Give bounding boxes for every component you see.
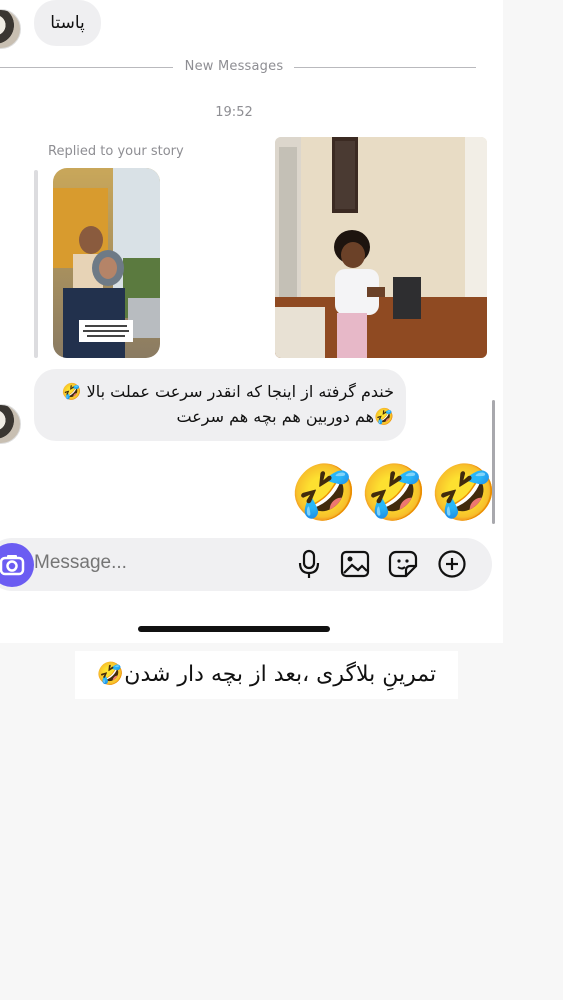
sender-avatar[interactable]	[0, 404, 21, 444]
add-button[interactable]	[437, 548, 467, 580]
microphone-button[interactable]	[294, 548, 324, 580]
plus-circle-icon	[438, 550, 466, 578]
rofl-emoji: 🤣	[360, 461, 428, 524]
sticker-icon	[388, 550, 418, 578]
home-indicator[interactable]	[138, 626, 330, 632]
message-input[interactable]	[34, 552, 274, 574]
message-timestamp: 19:52	[215, 105, 253, 120]
overlay-caption: تمرینِ بلاگری ،بعد از بچه دار شدن🤣	[75, 651, 458, 699]
image-icon	[340, 550, 370, 578]
story-thumbnail[interactable]	[53, 168, 160, 358]
message-text: خندم گرفته از اینجا که انقدر سرعت عملت ب…	[61, 382, 394, 426]
gallery-button[interactable]	[340, 548, 370, 580]
separator-line-right	[294, 67, 476, 68]
shared-photo-image	[275, 137, 487, 358]
camera-button[interactable]	[0, 543, 34, 587]
shared-photo[interactable]	[275, 137, 487, 358]
outgoing-emoji-message[interactable]: 🤣 🤣 🤣	[288, 461, 498, 526]
microphone-icon	[298, 549, 320, 578]
sender-avatar[interactable]	[0, 9, 21, 49]
new-messages-separator: New Messages	[184, 59, 284, 74]
message-bubble-pasta[interactable]: پاستا	[34, 0, 101, 46]
chat-screen: پاستا New Messages 19:52 Replied to your…	[0, 0, 503, 643]
rofl-emoji: 🤣	[290, 461, 358, 524]
rofl-emoji: 🤣	[430, 461, 498, 524]
message-bubble-incoming[interactable]: خندم گرفته از اینجا که انقدر سرعت عملت ب…	[34, 369, 406, 441]
scrollbar[interactable]	[492, 400, 495, 524]
separator-line-left	[0, 67, 173, 68]
reply-indicator-bar	[34, 170, 38, 358]
message-text: پاستا	[50, 13, 85, 33]
story-reply-label: Replied to your story	[48, 144, 184, 159]
story-thumbnail-image	[53, 168, 160, 358]
sticker-button[interactable]	[388, 548, 418, 580]
camera-icon	[0, 555, 25, 576]
